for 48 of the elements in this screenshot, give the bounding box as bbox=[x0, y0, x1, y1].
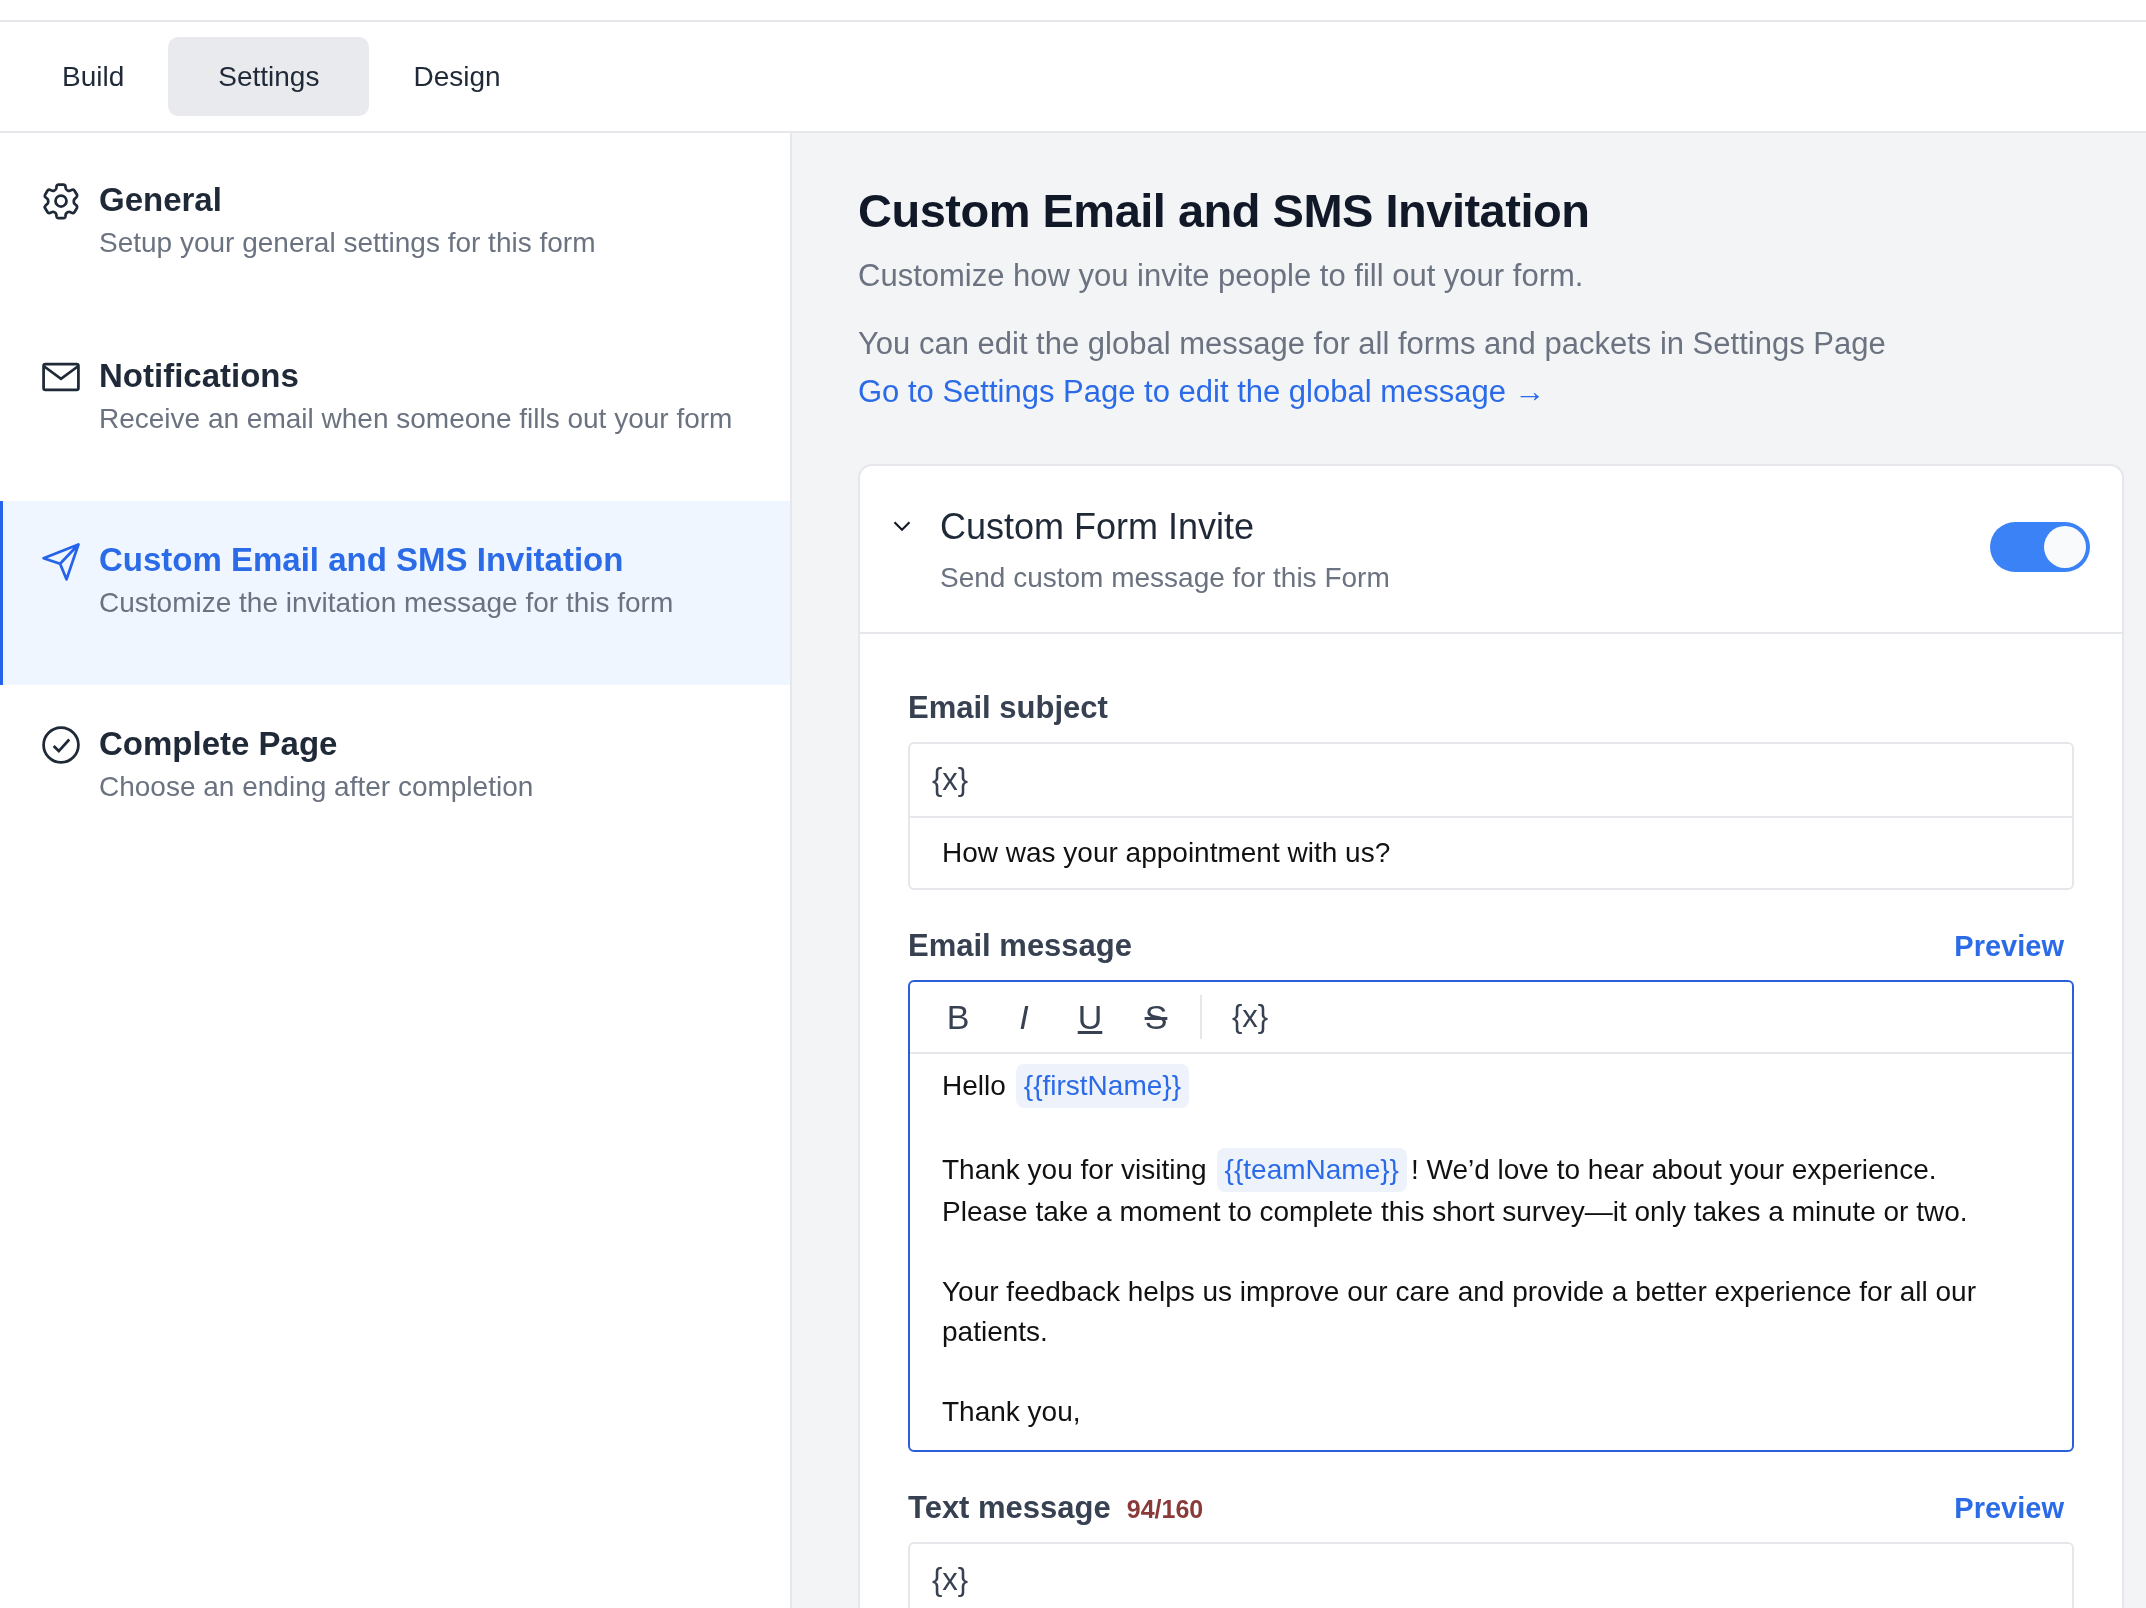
tab[interactable]: Design bbox=[389, 37, 525, 116]
sidebar-item-title: Complete Page bbox=[99, 725, 339, 763]
strike-button[interactable]: S bbox=[1138, 997, 1174, 1037]
sidebar-item-title: General bbox=[99, 181, 223, 219]
toggle-switch[interactable] bbox=[1990, 522, 2090, 572]
insert-variable-button[interactable]: {x} bbox=[1232, 999, 1269, 1035]
sidebar-item-title: Notifications bbox=[99, 357, 300, 395]
insert-variable-button[interactable]: {x} bbox=[932, 762, 969, 798]
page-title: Custom Email and SMS Invitation bbox=[858, 183, 1591, 238]
tab[interactable]: Settings bbox=[168, 37, 370, 116]
sidebar-item-description: Choose an ending after completion bbox=[99, 771, 534, 803]
global-message-note: You can edit the global message for all forms and packets in Settings Page bbox=[858, 326, 1887, 362]
sidebar-item[interactable]: Notifications Receive an email when someone fills out your form bbox=[0, 317, 790, 501]
input-field[interactable]: {x} How was your appointment with us? bbox=[908, 742, 2074, 890]
underline-button[interactable]: U bbox=[1072, 997, 1108, 1037]
sidebar-item[interactable]: Complete Page Choose an ending after completion bbox=[0, 685, 790, 869]
sidebar-item[interactable]: General Setup your general settings for this form bbox=[0, 181, 790, 317]
input-field[interactable]: {x} bbox=[908, 1542, 2074, 1608]
message-text: Your feedback helps us improve our care and provide a better experience for all our patients. bbox=[942, 1276, 1977, 1347]
italic-button[interactable]: I bbox=[1006, 997, 1042, 1037]
tab[interactable]: Build bbox=[38, 37, 149, 116]
check-circle-icon bbox=[39, 723, 83, 767]
settings-page-link[interactable]: Go to Settings Page to edit the global message → bbox=[858, 374, 2124, 410]
preview-link[interactable]: Preview bbox=[1954, 930, 2064, 963]
field-label: Text message bbox=[908, 1490, 1111, 1526]
variable-tag: {{teamName}} bbox=[1216, 1148, 1407, 1192]
sidebar-item[interactable]: Custom Email and SMS Invitation Customize the invitation message for this form bbox=[0, 501, 790, 685]
message-text: Hello bbox=[942, 1070, 1006, 1101]
insert-variable-button[interactable]: {x} bbox=[932, 1562, 969, 1598]
sidebar-item-description: Receive an email when someone fills out your form bbox=[99, 403, 733, 435]
message-text: Thank you for visiting bbox=[942, 1154, 1207, 1185]
message-text: Thank you, bbox=[942, 1396, 1081, 1427]
subject-value: How was your appointment with us? bbox=[941, 836, 1392, 870]
message-editor[interactable] bbox=[908, 980, 2074, 1452]
sidebar-item-title: Custom Email and SMS Invitation bbox=[99, 541, 625, 579]
card-title: Custom Form Invite bbox=[940, 506, 1256, 548]
character-counter: 94/160 bbox=[1126, 1495, 1204, 1524]
field-label: Email subject bbox=[908, 690, 1108, 726]
variable-tag: {{firstName}} bbox=[1015, 1064, 1189, 1108]
sidebar-item-description: Setup your general settings for this form bbox=[99, 227, 596, 259]
field-label: Email message bbox=[908, 928, 1133, 964]
card-subtitle: Send custom message for this Form bbox=[940, 562, 1391, 594]
bold-button[interactable]: B bbox=[940, 997, 976, 1037]
sidebar-item-description: Customize the invitation message for this form bbox=[99, 587, 674, 619]
preview-link[interactable]: Preview bbox=[1954, 1492, 2064, 1525]
message-text: ! We’d love to hear about your experience. bbox=[1410, 1154, 1937, 1185]
message-text: Please take a moment to complete this short survey—it only takes a minute or two. bbox=[942, 1196, 1968, 1227]
page-subtitle: Customize how you invite people to fill out your form. bbox=[858, 258, 1585, 294]
